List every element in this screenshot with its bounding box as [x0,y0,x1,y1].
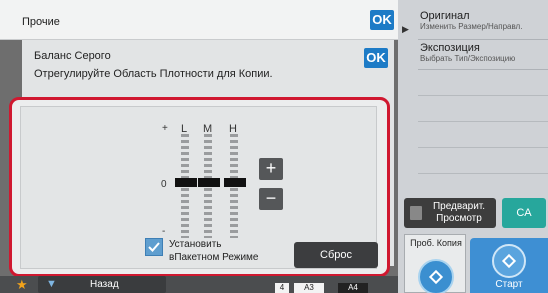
preview-label-line2: Просмотр [436,213,482,224]
slider-knob-l[interactable] [175,178,197,187]
slider-knob-h[interactable] [224,178,246,187]
play-icon: ▶ [402,24,409,34]
batch-mode-label-line1: Установить [169,239,222,250]
sidebar-item-exposure[interactable]: Экспозиция Выбрать Тип/Экспозицию [418,42,548,70]
header-ok-button[interactable]: OK [370,10,394,30]
preview-label: Предварит. Просмотр [428,201,490,225]
slider-knob-m[interactable] [198,178,220,187]
decrease-button[interactable]: − [259,188,283,210]
reset-button[interactable]: Сброс [294,242,378,268]
start-label: Старт [495,279,523,290]
dialog-ok-button[interactable]: OK [364,48,388,68]
preview-label-line1: Предварит. [432,201,486,212]
top-header: Прочие OK [0,0,398,40]
diamond-icon [428,269,444,285]
sidebar-empty-rows [418,70,548,174]
increase-button[interactable]: + [259,158,283,180]
sidebar-item-original-subtitle: Изменить Размер/Направл. [420,22,523,31]
start-button[interactable]: Старт [470,238,548,293]
plus-sign: + [162,123,168,134]
preview-icon [410,206,422,220]
zero-label: 0 [161,179,167,190]
chevron-down-icon: ▼ [46,278,57,290]
batch-mode-checkbox[interactable] [145,238,163,256]
proof-copy-circle [418,259,454,293]
proof-copy-label: Проб. Копия [410,238,462,248]
ca-button[interactable]: CA [502,198,546,228]
paper-size-a4: A4 [338,283,368,293]
star-icon[interactable]: ★ [16,277,28,292]
preview-button[interactable]: Предварит. Просмотр [404,198,496,228]
diamond-icon [501,253,517,269]
back-label: Назад [90,279,119,290]
checkmark-icon [148,242,160,252]
start-circle [492,244,526,278]
back-button[interactable]: ▼ Назад [38,276,166,293]
minus-sign: - [162,226,166,237]
sidebar-empty-row [418,122,548,148]
sidebar-item-exposure-subtitle: Выбрать Тип/Экспозицию [420,54,516,63]
dialog-instruction: Отрегулируйте Область Плотности для Копи… [34,68,273,80]
sidebar-empty-row [418,70,548,96]
copier-screen: Прочие OK Баланс Серого Отрегулируйте Об… [0,0,548,293]
paper-size-a3: A3 [294,283,324,293]
paper-tray-number: 4 [275,283,289,293]
dialog-title: Баланс Серого [34,50,111,62]
sidebar-empty-row [418,148,548,174]
sidebar-item-exposure-title: Экспозиция [420,42,480,54]
sidebar-item-original-title: Оригинал [420,10,470,22]
batch-mode-label: Установить вПакетном Режиме [169,238,259,264]
batch-mode-label-line2: вПакетном Режиме [169,252,259,263]
sidebar-empty-row [418,96,548,122]
sidebar-item-original[interactable]: Оригинал Изменить Размер/Направл. [418,10,548,40]
proof-copy-button[interactable]: Проб. Копия [404,234,466,293]
page-title: Прочие [22,16,60,28]
